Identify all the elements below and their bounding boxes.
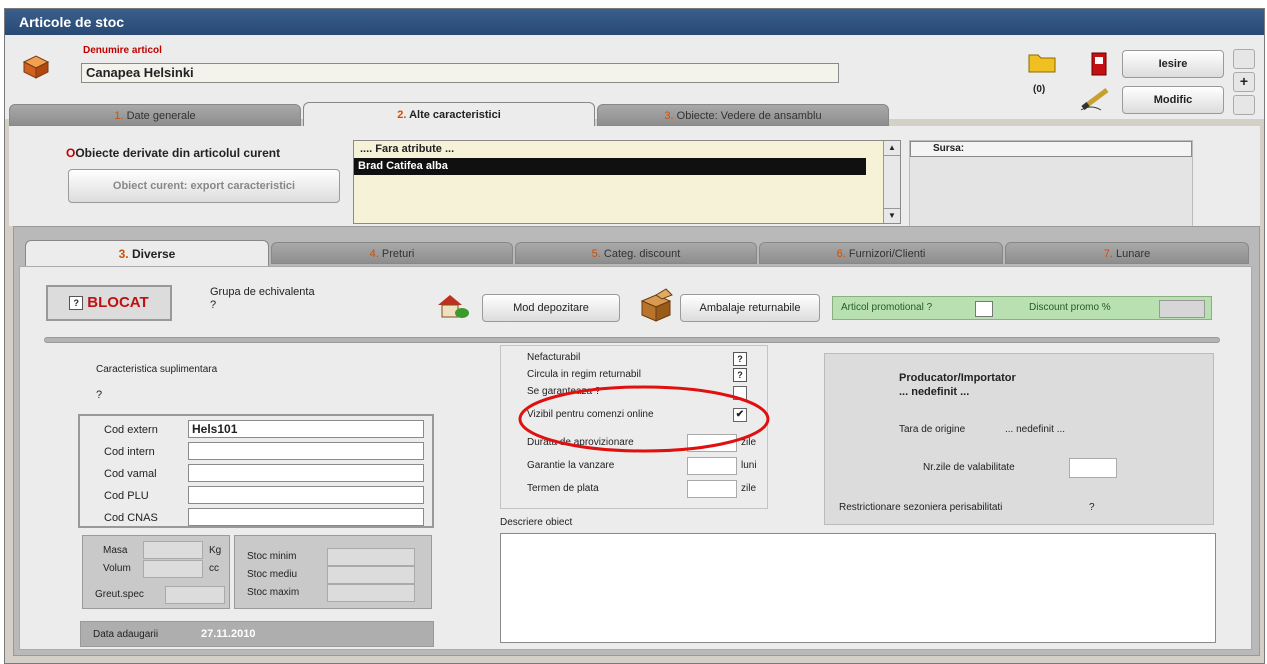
- derivate-panel: OObiecte derivate din articolul curent O…: [9, 126, 1260, 228]
- code-row: Cod vamal: [104, 464, 424, 482]
- producator-panel: Producator/Importator ... nedefinit ... …: [824, 353, 1214, 525]
- tab-furnizori-clienti[interactable]: 6. Furnizori/Clienti: [759, 242, 1003, 264]
- caracteristica-label: Caracteristica suplimentara: [96, 364, 218, 375]
- list-item-selected[interactable]: Brad Catifea alba: [354, 158, 866, 175]
- garantie-field[interactable]: [687, 457, 737, 475]
- data-adaugarii-box: Data adaugarii 27.11.2010: [80, 621, 434, 647]
- folder-icon[interactable]: [1027, 50, 1057, 74]
- package-icon: [636, 287, 676, 323]
- exit-door-icon[interactable]: [1091, 52, 1107, 76]
- tab-categ-discount[interactable]: 5. Categ. discount: [515, 242, 757, 264]
- cod-cnas-field[interactable]: [188, 508, 424, 526]
- window-title: Articole de stoc: [5, 9, 1264, 35]
- stoc-maxim-field[interactable]: [327, 584, 415, 602]
- masa-field[interactable]: [143, 541, 203, 559]
- articol-promo-label: Articol promotional ?: [841, 302, 933, 313]
- descriere-label: Descriere obiect: [500, 517, 573, 528]
- discount-promo-field[interactable]: [1159, 300, 1205, 318]
- derivate-label: OObiecte derivate din articolul curent: [66, 146, 281, 160]
- tab-lunare[interactable]: 7. Lunare: [1005, 242, 1249, 264]
- iesire-label: Iesire: [1158, 58, 1188, 70]
- iesire-button[interactable]: Iesire: [1122, 50, 1224, 78]
- discount-promo-label: Discount promo %: [1029, 302, 1111, 313]
- code-row: Cod PLU: [104, 486, 424, 504]
- nefacturabil-checkbox[interactable]: ?: [733, 352, 747, 366]
- promo-bar: Articol promotional ? Discount promo %: [832, 296, 1212, 320]
- folder-count: (0): [1033, 84, 1046, 95]
- blocat-help-icon: ?: [69, 296, 84, 311]
- tab-obiecte-vedere[interactable]: 3. Obiecte: Vedere de ansamblu: [597, 104, 889, 126]
- pencil-icon[interactable]: [1079, 86, 1115, 112]
- derivate-list[interactable]: .... Fara atribute ... Brad Catifea alba…: [353, 140, 901, 224]
- cod-extern-field[interactable]: Hels101: [188, 420, 424, 438]
- nav-buttons: +: [1233, 49, 1255, 119]
- denumire-field[interactable]: Canapea Helsinki: [81, 63, 839, 83]
- denumire-value: Canapea Helsinki: [86, 65, 194, 80]
- termen-field[interactable]: [687, 480, 737, 498]
- greut-field[interactable]: [165, 586, 225, 604]
- mod-depozitare-button[interactable]: Mod depozitare: [482, 294, 620, 322]
- articole-window: Articole de stoc Denumire articol Canape…: [4, 8, 1265, 664]
- descriere-textarea[interactable]: [500, 533, 1216, 643]
- list-item[interactable]: .... Fara atribute ...: [354, 141, 870, 158]
- modific-label: Modific: [1153, 94, 1193, 106]
- caracteristica-value[interactable]: ?: [96, 389, 102, 401]
- code-row: Cod intern: [104, 442, 424, 460]
- masa-volum-group: Masa Kg Volum cc Greut.spec: [82, 535, 230, 609]
- grupa-label: Grupa de echivalenta: [210, 286, 315, 298]
- cod-intern-field[interactable]: [188, 442, 424, 460]
- stoc-mediu-field[interactable]: [327, 566, 415, 584]
- cod-vamal-field[interactable]: [188, 464, 424, 482]
- list-scrollbar[interactable]: ▲ ▼: [883, 141, 900, 223]
- returnabil-checkbox[interactable]: ?: [733, 368, 747, 382]
- grupa-value[interactable]: ?: [210, 299, 216, 311]
- ambalaje-returnabile-button[interactable]: Ambalaje returnabile: [680, 294, 820, 322]
- sursa-header: Sursa:: [910, 141, 1192, 157]
- modific-button[interactable]: Modific: [1122, 86, 1224, 114]
- tab-diverse[interactable]: 3. Diverse: [25, 240, 269, 268]
- add-icon[interactable]: +: [1233, 72, 1255, 92]
- export-caracteristici-button[interactable]: Obiect curent: export caracteristici: [68, 169, 340, 203]
- house-icon: [434, 291, 470, 319]
- blocat-button[interactable]: ? BLOCAT: [46, 285, 172, 321]
- tab-alte-caracteristici[interactable]: 2. Alte caracteristici: [303, 102, 595, 128]
- sursa-panel: Sursa:: [909, 140, 1193, 228]
- code-row: Cod extern Hels101: [104, 420, 424, 438]
- highlight-circle: [518, 385, 770, 453]
- tab-preturi[interactable]: 4. Preturi: [271, 242, 513, 264]
- diverse-panel: ? BLOCAT Grupa de echivalenta ? Mod depoz…: [19, 266, 1252, 650]
- box-icon: [21, 53, 51, 79]
- stoc-group: Stoc minim Stoc mediu Stoc maxim: [234, 535, 432, 609]
- nav-down-button[interactable]: [1233, 95, 1255, 115]
- denumire-label: Denumire articol: [83, 45, 162, 56]
- nr-zile-field[interactable]: [1069, 458, 1117, 478]
- tab-date-generale[interactable]: 1. Date generale: [9, 104, 301, 126]
- code-row: Cod CNAS: [104, 508, 424, 526]
- volum-field[interactable]: [143, 560, 203, 578]
- stoc-minim-field[interactable]: [327, 548, 415, 566]
- cod-plu-field[interactable]: [188, 486, 424, 504]
- articol-promo-checkbox[interactable]: [975, 301, 993, 317]
- separator: [44, 337, 1220, 343]
- nav-up-button[interactable]: [1233, 49, 1255, 69]
